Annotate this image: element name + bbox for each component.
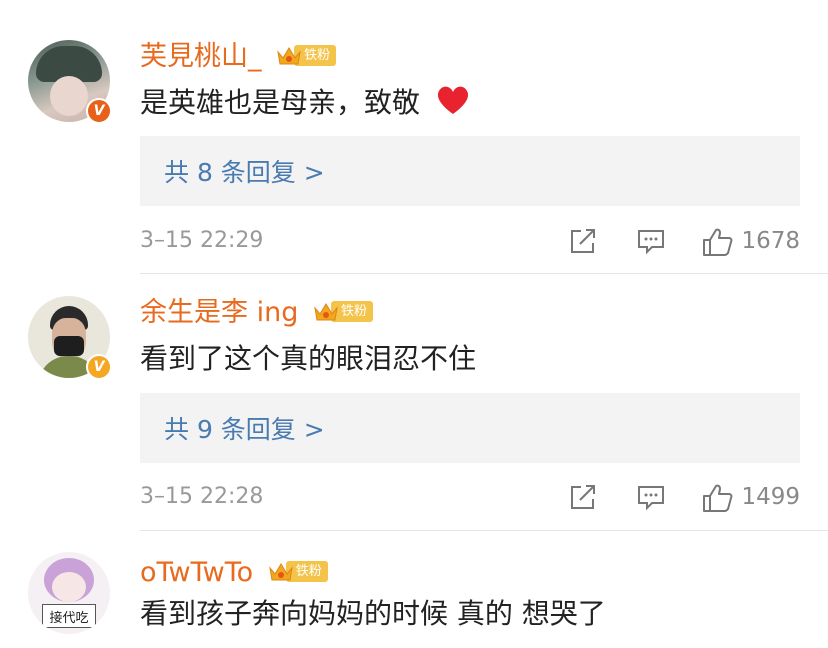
username[interactable]: oTwTwTo 铁粉	[140, 556, 328, 590]
comment-icon[interactable]	[636, 227, 666, 255]
crown-icon	[314, 302, 338, 320]
verified-badge-icon: V	[86, 98, 112, 124]
crown-icon	[277, 46, 301, 64]
comment-text: 看到了这个真的眼泪忍不住	[140, 342, 477, 375]
fan-badge: 铁粉	[276, 44, 337, 68]
avatar[interactable]: V	[28, 40, 112, 124]
divider	[140, 273, 828, 274]
reply-count-link[interactable]: 共 8 条回复 >	[140, 136, 800, 206]
divider	[140, 530, 828, 531]
verified-badge-icon: V	[86, 354, 112, 380]
comment-text: 是英雄也是母亲，致敬	[140, 84, 471, 121]
timestamp: 3–15 22:29	[140, 228, 264, 253]
timestamp: 3–15 22:28	[140, 484, 264, 509]
fan-badge: 铁粉	[313, 300, 373, 324]
avatar-sign: 接代吃	[49, 610, 89, 626]
reply-count-link[interactable]: 共 9 条回复 >	[140, 393, 800, 463]
comment-text: 看到孩子奔向妈妈的时候 真的 想哭了	[140, 597, 606, 630]
like-count: 1499	[741, 484, 800, 510]
heart-emoji-icon	[437, 86, 468, 114]
avatar[interactable]: V	[28, 296, 112, 380]
username[interactable]: 余生是李 ing 铁粉	[140, 296, 373, 330]
crown-icon	[268, 562, 293, 580]
like-icon[interactable]	[702, 227, 734, 257]
like-count: 1678	[741, 228, 800, 254]
share-icon[interactable]	[568, 227, 598, 255]
username[interactable]: 芙見桃山_ 铁粉	[140, 40, 337, 74]
like-icon[interactable]	[702, 483, 734, 513]
comment-icon[interactable]	[636, 483, 666, 511]
fan-badge: 铁粉	[268, 560, 328, 584]
share-icon[interactable]	[568, 483, 598, 511]
avatar[interactable]: 接代吃	[28, 552, 110, 634]
